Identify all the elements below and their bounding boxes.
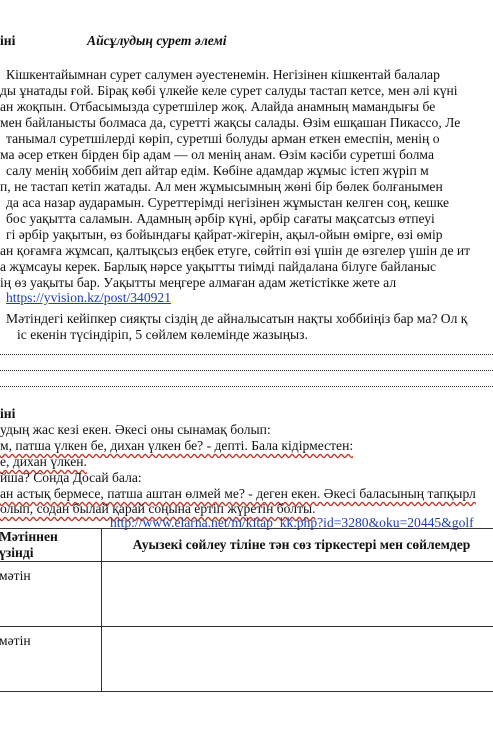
paragraph-line: гі әрбір уақытын, өз бойындағы қайрат-жі… (6, 227, 443, 242)
story-line: м, патша үлкен бе, дихан үлкен бе? - деп… (0, 438, 354, 453)
paragraph-line: да аса назар аударамын. Суреттерімді нег… (6, 195, 450, 210)
table-cell: мәтін (0, 561, 102, 627)
paragraph-line: Кішкентайымнан сурет салумен әуестенемін… (6, 67, 440, 82)
paragraph-line: мен байланысты болмаса да, суретті жақсы… (0, 115, 461, 130)
table-answer-cell[interactable] (101, 626, 493, 692)
section-heading: іні (0, 406, 16, 421)
story-line: е, дихан үлкен. (0, 454, 87, 469)
table-row: мәтін (0, 626, 493, 692)
paragraph-line: ды ұнатады ғой. Бірақ көбі үлкейе келе с… (0, 83, 458, 98)
answer-line (0, 354, 493, 355)
paragraph-line: ма әсер еткен бірден бір адам — ол менің… (0, 147, 434, 162)
paragraph-line: танымал суретшілерді көріп, суретші болу… (6, 131, 440, 146)
table-header-row: Мәтіннен үзінді Ауызекі сөйлеу тіліне тә… (0, 528, 493, 562)
paragraph-line: а жұмсауы керек. Барлық нәрсе уақытты ти… (0, 259, 436, 274)
table-row: мәтін (0, 561, 493, 627)
answer-line (0, 386, 493, 387)
document-page: іні Айсұлудың сурет әлемі Кішкентайымнан… (0, 0, 493, 729)
question-line: іс екенін түсіндіріп, 5 сөйлем көлемінде… (17, 327, 308, 342)
table-header-cell: Мәтіннен үзінді (0, 528, 102, 562)
table-answer-cell[interactable] (101, 561, 493, 627)
paragraph-line: ан қоғамға жұмсап, қалтықсыз еңбек етуге… (0, 243, 471, 258)
paragraph-line: ің өз уақыты бар. Уақытты меңгере алмаға… (0, 275, 397, 290)
table-header-cell: Ауызекі сөйлеу тіліне тән сөз тіркестері… (101, 528, 493, 562)
answer-line (0, 370, 493, 371)
text-title: Айсұлудың сурет әлемі (87, 33, 227, 48)
paragraph-line: салу менің хоббиім деп айтар едім. Көбін… (6, 163, 429, 178)
question-line: Мәтіндегі кейіпкер сияқты сіздің де айна… (6, 311, 468, 326)
answer-table: Мәтіннен үзінді Ауызекі сөйлеу тіліне тә… (0, 528, 493, 692)
section-label: іні (0, 33, 16, 48)
paragraph-line: ан жоқпын. Отбасымызда суретшілер жоқ. А… (0, 99, 436, 114)
paragraph-line: п, не тастап кетіп жатады. Ал мен жұмысы… (0, 179, 443, 194)
source-link[interactable]: https://yvision.kz/post/340921 (6, 290, 171, 306)
story-line: ан астық бермесе, патша аштан өлмей ме? … (0, 486, 476, 501)
paragraph-line: бос уақытта саламын. Адамның әрбір күні,… (6, 211, 435, 226)
table-cell: мәтін (0, 626, 102, 692)
story-line: удың жас кезі екен. Әкесі оны сынамақ бо… (0, 422, 271, 437)
story-line: йша? Сонда Досай бала: (0, 470, 142, 485)
